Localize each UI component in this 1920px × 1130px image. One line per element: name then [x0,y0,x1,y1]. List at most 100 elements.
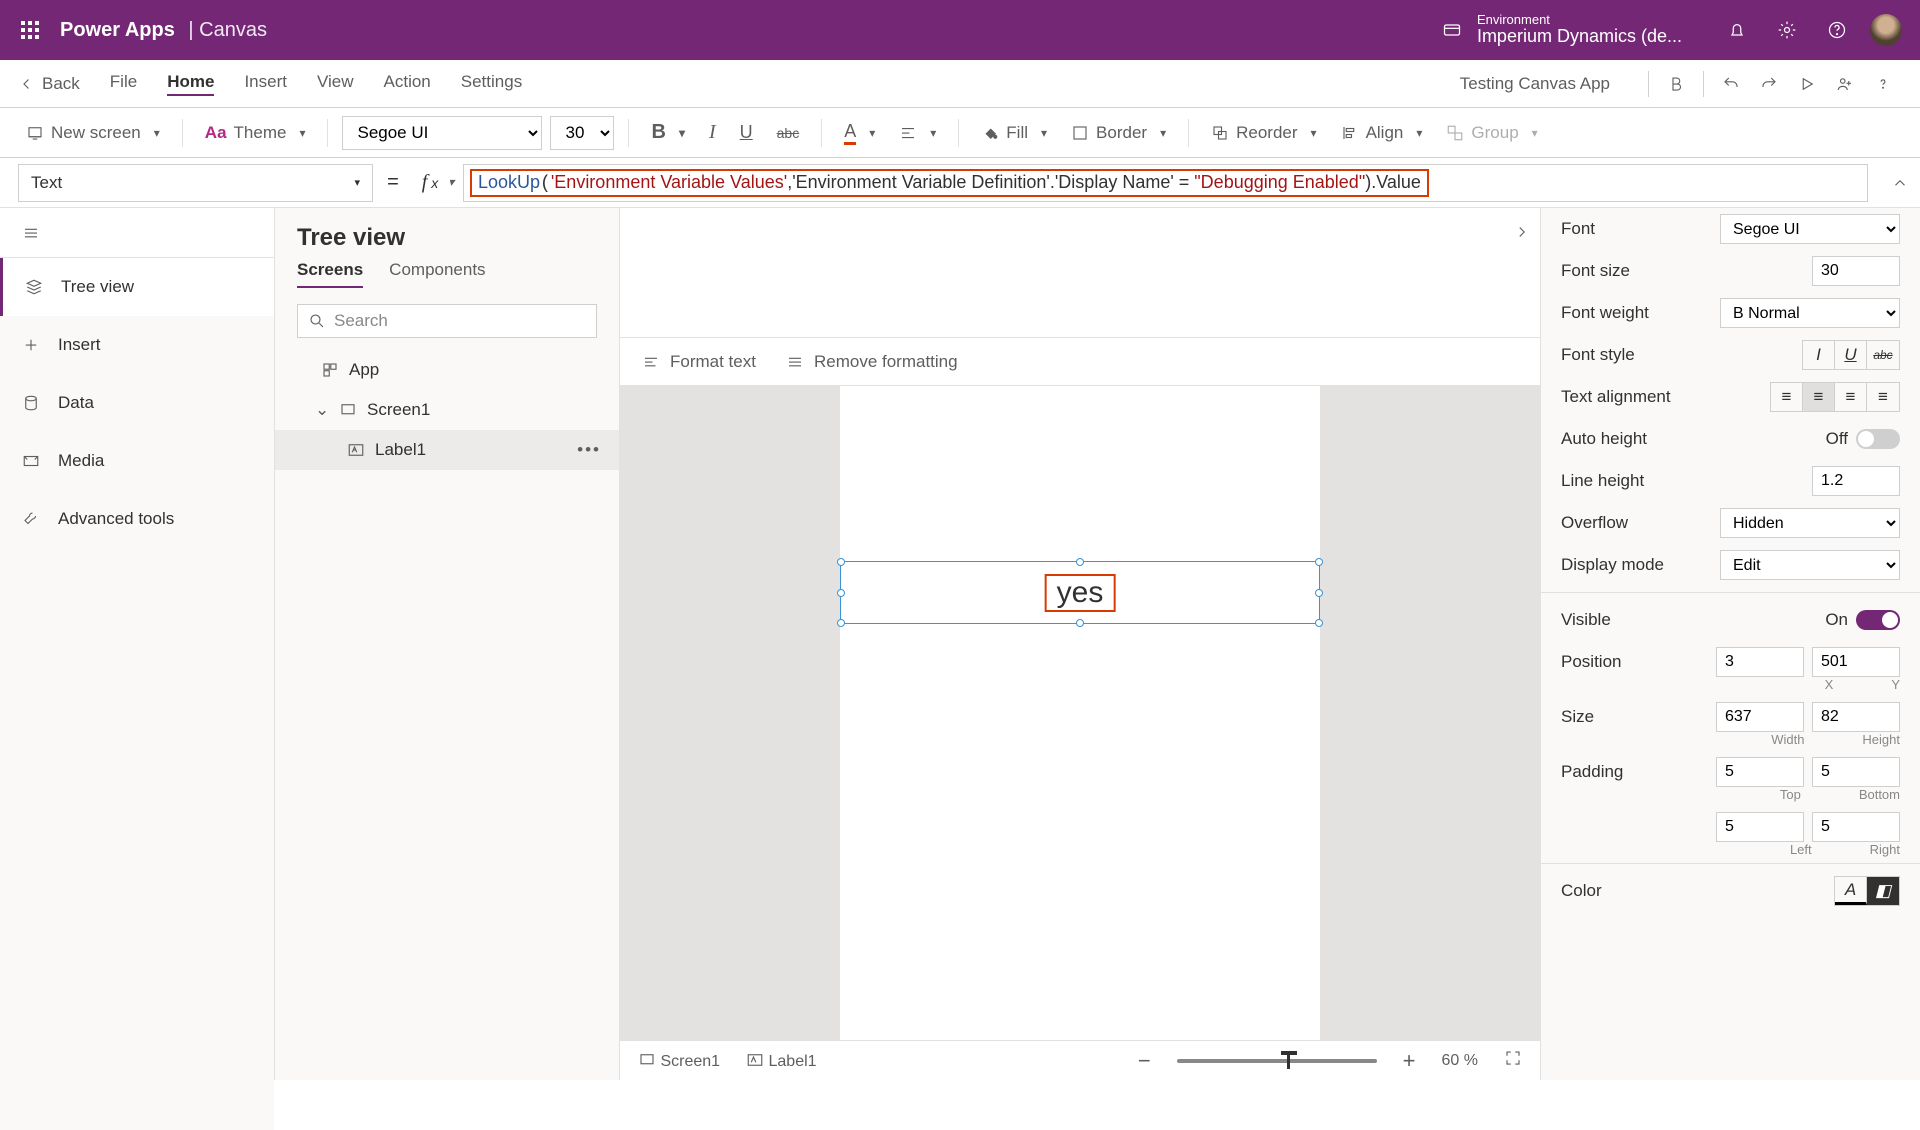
prop-overflow-label: Overflow [1561,513,1628,533]
prop-position-label: Position [1561,652,1621,672]
tree-tab-screens[interactable]: Screens [297,260,363,288]
prop-autoheight-toggle[interactable] [1856,429,1900,449]
fill-button[interactable]: Fill [973,119,1055,147]
zoom-out-icon[interactable]: − [1138,1048,1151,1074]
redo-icon[interactable] [1750,75,1788,93]
text-align-button[interactable] [891,120,944,146]
prop-fontweight-select[interactable]: B Normal [1720,298,1900,328]
app-name-label: Testing Canvas App [1460,74,1610,94]
strike-button[interactable]: abc [769,121,808,145]
environment-icon[interactable] [1427,20,1477,40]
new-screen-button[interactable]: New screen [18,119,168,147]
prop-lineheight-input[interactable] [1812,466,1900,496]
prop-size-label: Size [1561,707,1594,727]
prop-lineheight-label: Line height [1561,471,1644,491]
prop-padding-right[interactable] [1812,812,1900,842]
selected-control-label1[interactable]: yes [840,561,1320,624]
prop-textalign-buttons[interactable]: ≡≡≡≡ [1770,382,1900,412]
equals-sign: = [373,171,413,194]
prop-padding-label: Padding [1561,762,1623,782]
label1-value: yes [1045,574,1116,612]
prop-overflow-select[interactable]: Hidden [1720,508,1900,538]
undo-icon[interactable] [1712,75,1750,93]
fx-icon[interactable]: fx [413,171,463,194]
prop-size-h[interactable] [1812,702,1900,732]
status-label[interactable]: Label1 [746,1051,817,1071]
menu-action[interactable]: Action [384,72,431,96]
menu-insert[interactable]: Insert [244,72,287,96]
border-button[interactable]: Border [1063,119,1174,147]
menu-file[interactable]: File [110,72,137,96]
group-button[interactable]: Group [1438,119,1545,147]
prop-color-label: Color [1561,881,1602,901]
collapse-right-icon[interactable] [1504,208,1540,256]
font-family-select[interactable]: Segoe UI [342,116,542,150]
fit-screen-icon[interactable] [1504,1049,1522,1072]
play-icon[interactable] [1788,75,1826,93]
theme-button[interactable]: AaTheme [197,119,314,147]
prop-font-select[interactable]: Segoe UI [1720,214,1900,244]
property-select[interactable]: Text▾ [18,164,373,202]
notifications-icon[interactable] [1712,20,1762,40]
tree-node-more-icon[interactable]: ••• [577,440,601,460]
underline-button[interactable]: U [732,118,761,147]
tree-view-title: Tree view [275,208,619,260]
status-screen[interactable]: Screen1 [638,1051,720,1071]
prop-padding-top[interactable] [1716,757,1804,787]
hamburger-icon[interactable] [0,208,274,258]
app-launcher[interactable] [0,21,60,39]
nav-media[interactable]: Media [0,432,274,490]
tree-node-screen1[interactable]: ⌄Screen1 [275,390,619,430]
prop-autoheight-label: Auto height [1561,429,1647,449]
prop-size-w[interactable] [1716,702,1804,732]
menu-home[interactable]: Home [167,72,214,96]
tree-search-input[interactable]: Search [297,304,597,338]
prop-position-x[interactable] [1716,647,1804,677]
bold-button[interactable]: B [643,117,692,148]
prop-color-buttons[interactable]: A◧ [1834,876,1900,906]
prop-fontweight-label: Font weight [1561,303,1649,323]
font-color-button[interactable]: A [836,117,883,149]
prop-fontsize-input[interactable] [1812,256,1900,286]
prop-displaymode-select[interactable]: Edit [1720,550,1900,580]
remove-formatting-button[interactable]: Remove formatting [786,352,958,372]
nav-advanced-tools[interactable]: Advanced tools [0,490,274,548]
font-size-select[interactable]: 30 [550,116,614,150]
app-checker-icon[interactable] [1657,75,1695,93]
formula-input[interactable]: LookUp('Environment Variable Values','En… [463,164,1868,202]
tree-node-label1[interactable]: Label1••• [275,430,619,470]
menu-settings[interactable]: Settings [461,72,522,96]
help2-icon[interactable] [1864,75,1902,93]
environment-picker[interactable]: Environment Imperium Dynamics (de... [1477,13,1682,47]
nav-insert[interactable]: Insert [0,316,274,374]
zoom-in-icon[interactable]: + [1403,1048,1416,1074]
user-avatar[interactable] [1870,14,1902,46]
menu-view[interactable]: View [317,72,354,96]
prop-fontstyle-buttons[interactable]: IUabc [1802,340,1900,370]
zoom-slider[interactable] [1177,1059,1377,1063]
format-text-button[interactable]: Format text [642,352,756,372]
prop-visible-label: Visible [1561,610,1611,630]
reorder-button[interactable]: Reorder [1203,119,1324,147]
prop-font-label: Font [1561,219,1595,239]
prop-padding-bottom[interactable] [1812,757,1900,787]
nav-tree-view[interactable]: Tree view [0,258,274,316]
expand-formula-icon[interactable] [1880,174,1920,192]
help-icon[interactable] [1812,20,1862,40]
nav-data[interactable]: Data [0,374,274,432]
back-button[interactable]: Back [18,74,80,94]
italic-button[interactable]: I [701,117,724,148]
prop-position-y[interactable] [1812,647,1900,677]
canvas-artboard[interactable]: yes [840,386,1320,1040]
prop-visible-toggle[interactable] [1856,610,1900,630]
settings-icon[interactable] [1762,20,1812,40]
prop-fontstyle-label: Font style [1561,345,1635,365]
share-icon[interactable] [1826,75,1864,93]
tree-tab-components[interactable]: Components [389,260,485,288]
prop-textalign-label: Text alignment [1561,387,1671,407]
prop-padding-left[interactable] [1716,812,1804,842]
zoom-value: 60 % [1442,1052,1478,1070]
product-name: Power Apps [60,19,175,42]
align-button[interactable]: Align [1333,119,1431,147]
tree-node-app[interactable]: App [275,350,619,390]
